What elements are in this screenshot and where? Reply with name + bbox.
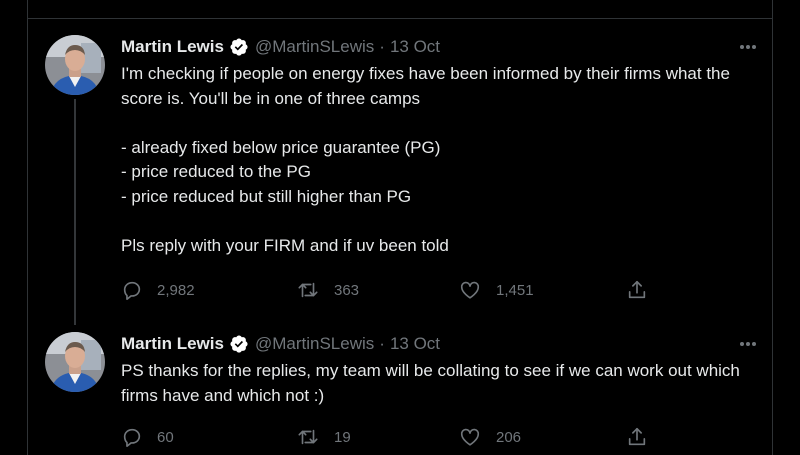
- separator-dot: ·: [379, 334, 385, 353]
- thread-connector-line: [74, 99, 76, 325]
- retweet-button[interactable]: 19: [296, 425, 351, 449]
- reply-button[interactable]: 60: [121, 425, 174, 449]
- separator-dot: ·: [379, 37, 385, 56]
- verified-badge-icon: [229, 37, 249, 57]
- more-options-icon[interactable]: [736, 36, 760, 58]
- tweet-date[interactable]: 13 Oct: [390, 37, 440, 57]
- share-button[interactable]: [626, 425, 648, 449]
- share-button[interactable]: [626, 278, 648, 302]
- retweet-icon: [296, 426, 320, 448]
- reply-button[interactable]: 2,982: [121, 278, 195, 302]
- heart-icon: [458, 279, 482, 301]
- timeline-column: Martin Lewis @MartinSLewis · 13 Oct I'm …: [27, 0, 773, 455]
- retweet-count: 363: [334, 281, 360, 299]
- reply-count: 60: [157, 428, 174, 446]
- like-button[interactable]: 1,451: [458, 278, 534, 302]
- tweet-date[interactable]: 13 Oct: [390, 334, 440, 354]
- share-icon: [626, 279, 648, 301]
- reply-count: 2,982: [157, 281, 195, 299]
- avatar[interactable]: [45, 35, 105, 95]
- tweet[interactable]: Martin Lewis @MartinSLewis · 13 Oct PS t…: [28, 319, 772, 455]
- verified-badge-icon: [229, 334, 249, 354]
- like-count: 206: [496, 428, 522, 446]
- heart-icon: [458, 426, 482, 448]
- tweet-text: I'm checking if people on energy fixes h…: [121, 64, 730, 256]
- like-count: 1,451: [496, 281, 534, 299]
- tweet-text: PS thanks for the replies, my team will …: [121, 361, 745, 405]
- reply-icon: [121, 279, 143, 301]
- tweet-header: Martin Lewis @MartinSLewis · 13 Oct: [121, 333, 760, 355]
- more-options-icon[interactable]: [736, 333, 760, 355]
- avatar[interactable]: [45, 332, 105, 392]
- author-name[interactable]: Martin Lewis: [121, 334, 224, 354]
- tweet[interactable]: Martin Lewis @MartinSLewis · 13 Oct I'm …: [28, 19, 772, 325]
- share-icon: [626, 426, 648, 448]
- retweet-count: 19: [334, 428, 351, 446]
- author-handle[interactable]: @MartinSLewis: [255, 37, 374, 57]
- like-button[interactable]: 206: [458, 425, 521, 449]
- tweet-actions: 2,982 363 1,451: [121, 278, 661, 302]
- retweet-button[interactable]: 363: [296, 278, 359, 302]
- reply-icon: [121, 426, 143, 448]
- author-handle[interactable]: @MartinSLewis: [255, 334, 374, 354]
- retweet-icon: [296, 279, 320, 301]
- author-name[interactable]: Martin Lewis: [121, 37, 224, 57]
- tweet-header: Martin Lewis @MartinSLewis · 13 Oct: [121, 36, 760, 58]
- tweet-actions: 60 19 206: [121, 425, 661, 449]
